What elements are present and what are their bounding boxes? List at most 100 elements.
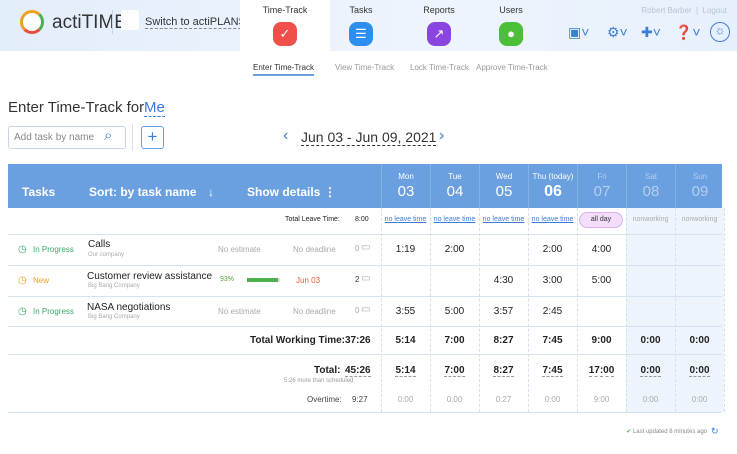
time-cell[interactable]: 4:30 (479, 275, 528, 286)
user-selector[interactable]: Me (144, 99, 165, 117)
total-value[interactable]: 17:00 (588, 365, 615, 377)
subnav-view-time-track[interactable]: View Time-Track (335, 63, 394, 72)
subnav-enter-time-track[interactable]: Enter Time-Track (253, 63, 315, 76)
day-date: 07 (593, 183, 611, 200)
leave-cell[interactable]: no leave time (479, 216, 528, 223)
time-cell[interactable]: 5:00 (430, 306, 479, 317)
task-estimate[interactable]: No estimate (218, 307, 261, 316)
leave-cell[interactable]: no leave time (430, 216, 479, 223)
working-time-cell: 7:45 (542, 335, 563, 346)
total-value[interactable]: 7:00 (444, 365, 465, 377)
time-cell[interactable]: 2:00 (430, 244, 479, 255)
reports-icon: ↗ (427, 22, 451, 46)
day-header-sun: Sun 09 (675, 164, 724, 208)
working-time-cell: 0:00 (689, 335, 710, 346)
total-value[interactable]: 45:26 (345, 365, 371, 377)
sort-arrow-icon[interactable]: ↓ (208, 185, 214, 199)
settings-gear-icon[interactable]: ⚙˅ (607, 24, 628, 41)
sort-by-task-name[interactable]: Sort: by task name (89, 185, 196, 199)
leave-cell: nonworking (632, 216, 669, 223)
tab-label: Tasks (349, 5, 373, 15)
next-week-arrow-icon[interactable]: › (439, 127, 444, 145)
tasks-icon: ☰ (349, 22, 373, 46)
total-cell[interactable]: 8:27 (479, 365, 528, 377)
time-cell[interactable]: 2:45 (528, 306, 577, 317)
overtime-cell: 9:00 (593, 395, 610, 404)
overtime-label: Overtime: (307, 395, 342, 404)
help-icon[interactable]: ❓˅ (675, 24, 701, 41)
task-estimate[interactable]: No estimate (218, 245, 261, 254)
check-icon: ✔ (626, 429, 632, 435)
leave-cell[interactable]: no leave time (381, 216, 430, 223)
total-cell[interactable]: 0:00 (675, 365, 724, 377)
total-value[interactable]: 5:14 (395, 365, 416, 377)
time-cell[interactable]: 2:00 (528, 244, 577, 255)
total-leave-label: Total Leave Time: (285, 216, 340, 223)
total-working-value: 37:26 (345, 335, 371, 346)
show-details-toggle[interactable]: Show details (247, 185, 320, 199)
time-cell[interactable]: 3:57 (479, 306, 528, 317)
total-leave-value: 8:00 (355, 216, 369, 223)
last-updated-status: ✔ Last updated 8 minutes ago (626, 428, 707, 435)
total-cell[interactable]: 7:00 (430, 365, 479, 377)
date-range-picker[interactable]: Jun 03 - Jun 09, 2021 (301, 129, 437, 146)
total-cell[interactable]: 0:00 (626, 365, 675, 377)
comment-icon[interactable]: ▭ (361, 242, 370, 253)
logo-text: actiTIME (52, 12, 127, 33)
last-updated-text: Last updated 8 minutes ago (632, 429, 707, 435)
comments-count[interactable]: 2 (355, 275, 359, 284)
day-name: Tue (448, 172, 462, 181)
day-name: Wed (495, 172, 513, 181)
add-task-button[interactable]: + (141, 126, 164, 149)
task-status-dropdown[interactable]: New (33, 276, 49, 285)
more-vertical-icon[interactable]: ⋮ (324, 185, 336, 199)
day-name: Fri (597, 172, 607, 181)
day-header-sat: Sat 08 (626, 164, 675, 208)
task-name[interactable]: NASA negotiations (87, 302, 170, 313)
subnav-lock-time-track[interactable]: Lock Time-Track (410, 63, 469, 72)
time-cell[interactable]: 4:00 (577, 244, 626, 255)
leave-cell[interactable]: no leave time (528, 216, 577, 223)
comments-count[interactable]: 0 (355, 306, 359, 315)
task-status-dropdown[interactable]: In Progress (33, 245, 74, 254)
comment-icon[interactable]: ▭ (361, 304, 370, 315)
total-cell[interactable]: 7:45 (528, 365, 577, 377)
task-deadline[interactable]: No deadline (293, 307, 336, 316)
calendar-menu-icon[interactable]: ▣˅ (568, 24, 589, 41)
day-header-mon: Mon 03 (381, 164, 430, 208)
tab-users[interactable]: Users ● (466, 0, 556, 51)
tab-tasks[interactable]: Tasks ☰ (316, 0, 406, 51)
total-value[interactable]: 0:00 (640, 365, 661, 377)
leave-all-day-badge[interactable]: all day (579, 212, 623, 228)
comment-icon[interactable]: ▭ (361, 273, 370, 284)
overtime-cell: 0:00 (544, 395, 561, 404)
task-name[interactable]: Customer review assistance (87, 271, 212, 282)
logout-link[interactable]: Logout (703, 6, 727, 15)
lightbulb-icon[interactable]: ☼ (710, 22, 730, 42)
total-cell[interactable]: 5:14 (381, 365, 430, 377)
search-icon[interactable]: ⌕ (104, 127, 112, 144)
task-deadline[interactable]: Jun 03 (296, 276, 320, 285)
users-icon: ● (499, 22, 523, 46)
user-name-link[interactable]: Robert Barber (641, 6, 691, 15)
switch-actiplans-link[interactable]: Switch to actiPLANS (145, 16, 246, 29)
total-value[interactable]: 0:00 (689, 365, 710, 377)
time-cell[interactable]: 3:55 (381, 306, 430, 317)
total-value[interactable]: 8:27 (493, 365, 514, 377)
time-cell[interactable]: 1:19 (381, 244, 430, 255)
subnav-approve-time-track[interactable]: Approve Time-Track (476, 63, 548, 72)
task-name[interactable]: Calls (88, 239, 110, 250)
time-cell[interactable]: 5:00 (577, 275, 626, 286)
total-value[interactable]: 7:45 (542, 365, 563, 377)
prev-week-arrow-icon[interactable]: ‹ (283, 127, 288, 145)
task-status-dropdown[interactable]: In Progress (33, 307, 74, 316)
day-date: 04 (446, 183, 464, 200)
day-date: 03 (397, 183, 415, 200)
column-divider (724, 208, 725, 412)
task-deadline[interactable]: No deadline (293, 245, 336, 254)
comments-count[interactable]: 0 (355, 244, 359, 253)
refresh-icon[interactable]: ↻ (711, 426, 719, 437)
total-cell[interactable]: 17:00 (577, 365, 626, 377)
time-cell[interactable]: 3:00 (528, 275, 577, 286)
addons-puzzle-icon[interactable]: ✚˅ (641, 24, 661, 41)
